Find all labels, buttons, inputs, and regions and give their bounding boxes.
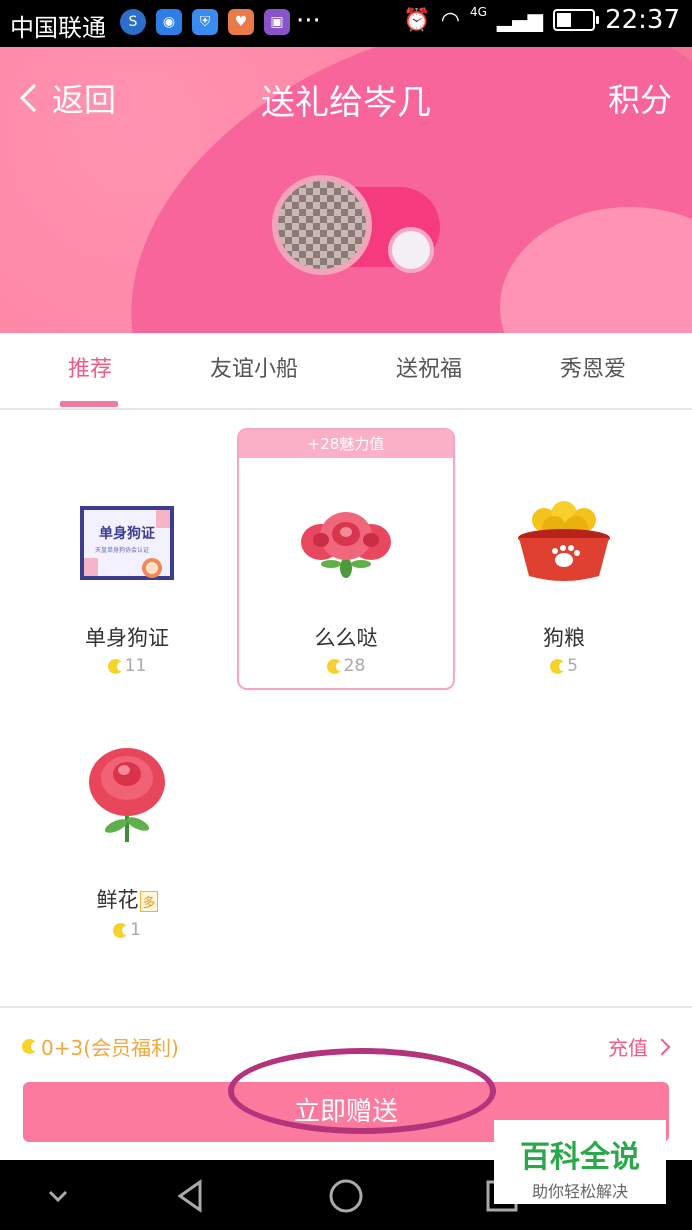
tab-indicator: [60, 401, 118, 407]
tab-friendship-boat[interactable]: 友谊小船: [210, 351, 298, 383]
recharge-link[interactable]: 充值: [608, 1032, 671, 1061]
gift-price: 1: [18, 920, 236, 940]
avatar-badge-dot: [388, 227, 434, 273]
more-notifications-icon: ···: [296, 6, 321, 36]
wifi-icon: ◠: [440, 7, 460, 33]
multi-badge: 多: [140, 890, 158, 912]
gift-price: 5: [455, 656, 673, 676]
watermark-title: 百科全说: [520, 1140, 640, 1175]
gift-price-value: 28: [343, 656, 366, 676]
gift-item-dog-food[interactable]: 狗粮 5: [455, 430, 673, 692]
tab-recommended[interactable]: 推荐: [68, 351, 112, 383]
gift-name: 么么哒: [314, 626, 378, 650]
recipient-avatar-group[interactable]: [270, 175, 440, 275]
charm-bonus-banner: +28魅力值: [239, 430, 453, 458]
gift-price-value: 1: [130, 920, 141, 940]
certificate-sub: 天皇单身狗协会认证: [95, 546, 149, 554]
red-rose-icon: [89, 748, 165, 842]
certificate-text: 单身狗证: [99, 525, 155, 542]
gift-price-value: 5: [567, 656, 578, 676]
watermark-logo: 百科全说 助你轻松解决: [494, 1120, 666, 1204]
footer-divider: [0, 1006, 692, 1008]
notification-icons: S ◉ ⛨ ♥ ▣: [120, 9, 290, 35]
photo-app-icon: ♥: [228, 9, 254, 35]
signal-icon: ▂▄▆: [496, 8, 544, 32]
chevron-left-icon: [19, 83, 49, 113]
gift-item-flowers[interactable]: 鲜花多 1: [18, 694, 236, 956]
status-bar: 中国联通 S ◉ ⛨ ♥ ▣ ··· ⏰ ◠ 4G ▂▄▆ 22:37: [0, 0, 692, 47]
pink-rose-bouquet-icon: [301, 512, 391, 578]
gallery-icon: ▣: [264, 9, 290, 35]
single-dog-certificate-icon: 单身狗证 天皇单身狗协会认证: [80, 506, 174, 580]
points-button[interactable]: 积分: [608, 75, 672, 121]
coin-balance: 0+3(会员福利): [22, 1032, 179, 1061]
gift-name: 鲜花多: [18, 884, 236, 914]
gift-name-text: 鲜花: [96, 888, 139, 912]
gift-item-kiss[interactable]: +28魅力值 么么哒 28: [237, 428, 455, 690]
alarm-icon: ⏰: [403, 7, 431, 33]
back-button[interactable]: 返回: [16, 75, 116, 121]
coin-icon: [107, 658, 124, 674]
gift-grid: 单身狗证 天皇单身狗协会认证 单身狗证 11 +28魅力值 么么哒 28 狗粮 …: [0, 412, 692, 1006]
dog-food-bowl-icon: [518, 501, 610, 581]
back-label: 返回: [52, 81, 117, 119]
coin-icon: [326, 658, 343, 674]
gift-category-tabs: 推荐 友谊小船 送祝福 秀恩爱: [0, 333, 692, 410]
wifi-share-icon: ◉: [156, 9, 182, 35]
watermark-subtitle: 助你轻松解决: [531, 1182, 628, 1201]
gift-price: 11: [18, 656, 236, 676]
sogou-icon: S: [120, 9, 146, 35]
gift-name: 狗粮: [543, 626, 585, 650]
balance-value: 0+3(会员福利): [41, 1036, 179, 1060]
gift-item-single-dog-certificate[interactable]: 单身狗证 天皇单身狗协会认证 单身狗证 11: [18, 430, 236, 692]
battery-icon: [553, 9, 600, 31]
clock: 22:37: [605, 5, 680, 35]
chevron-right-icon: [653, 1038, 671, 1055]
coin-icon: [113, 922, 130, 938]
carrier-name: 中国联通: [10, 14, 106, 42]
profile-header: 返回 送礼给岑几 积分: [0, 47, 692, 333]
tab-show-love[interactable]: 秀恩爱: [560, 351, 626, 383]
home-nav-icon[interactable]: [328, 1178, 364, 1214]
status-right: ⏰ ◠ 4G ▂▄▆ 22:37: [403, 5, 680, 35]
gift-name: 单身狗证: [85, 626, 169, 650]
gift-price: 28: [239, 656, 453, 676]
tab-blessings[interactable]: 送祝福: [396, 351, 462, 383]
hide-keyboard-icon[interactable]: [40, 1178, 76, 1214]
avatar: [272, 175, 372, 275]
gift-price-value: 11: [124, 656, 147, 676]
back-nav-icon[interactable]: [174, 1178, 210, 1214]
coin-icon: [22, 1039, 38, 1054]
coin-icon: [550, 658, 567, 674]
shield-icon: ⛨: [192, 9, 218, 35]
recharge-label: 充值: [608, 1036, 648, 1060]
network-type: 4G: [469, 5, 487, 19]
